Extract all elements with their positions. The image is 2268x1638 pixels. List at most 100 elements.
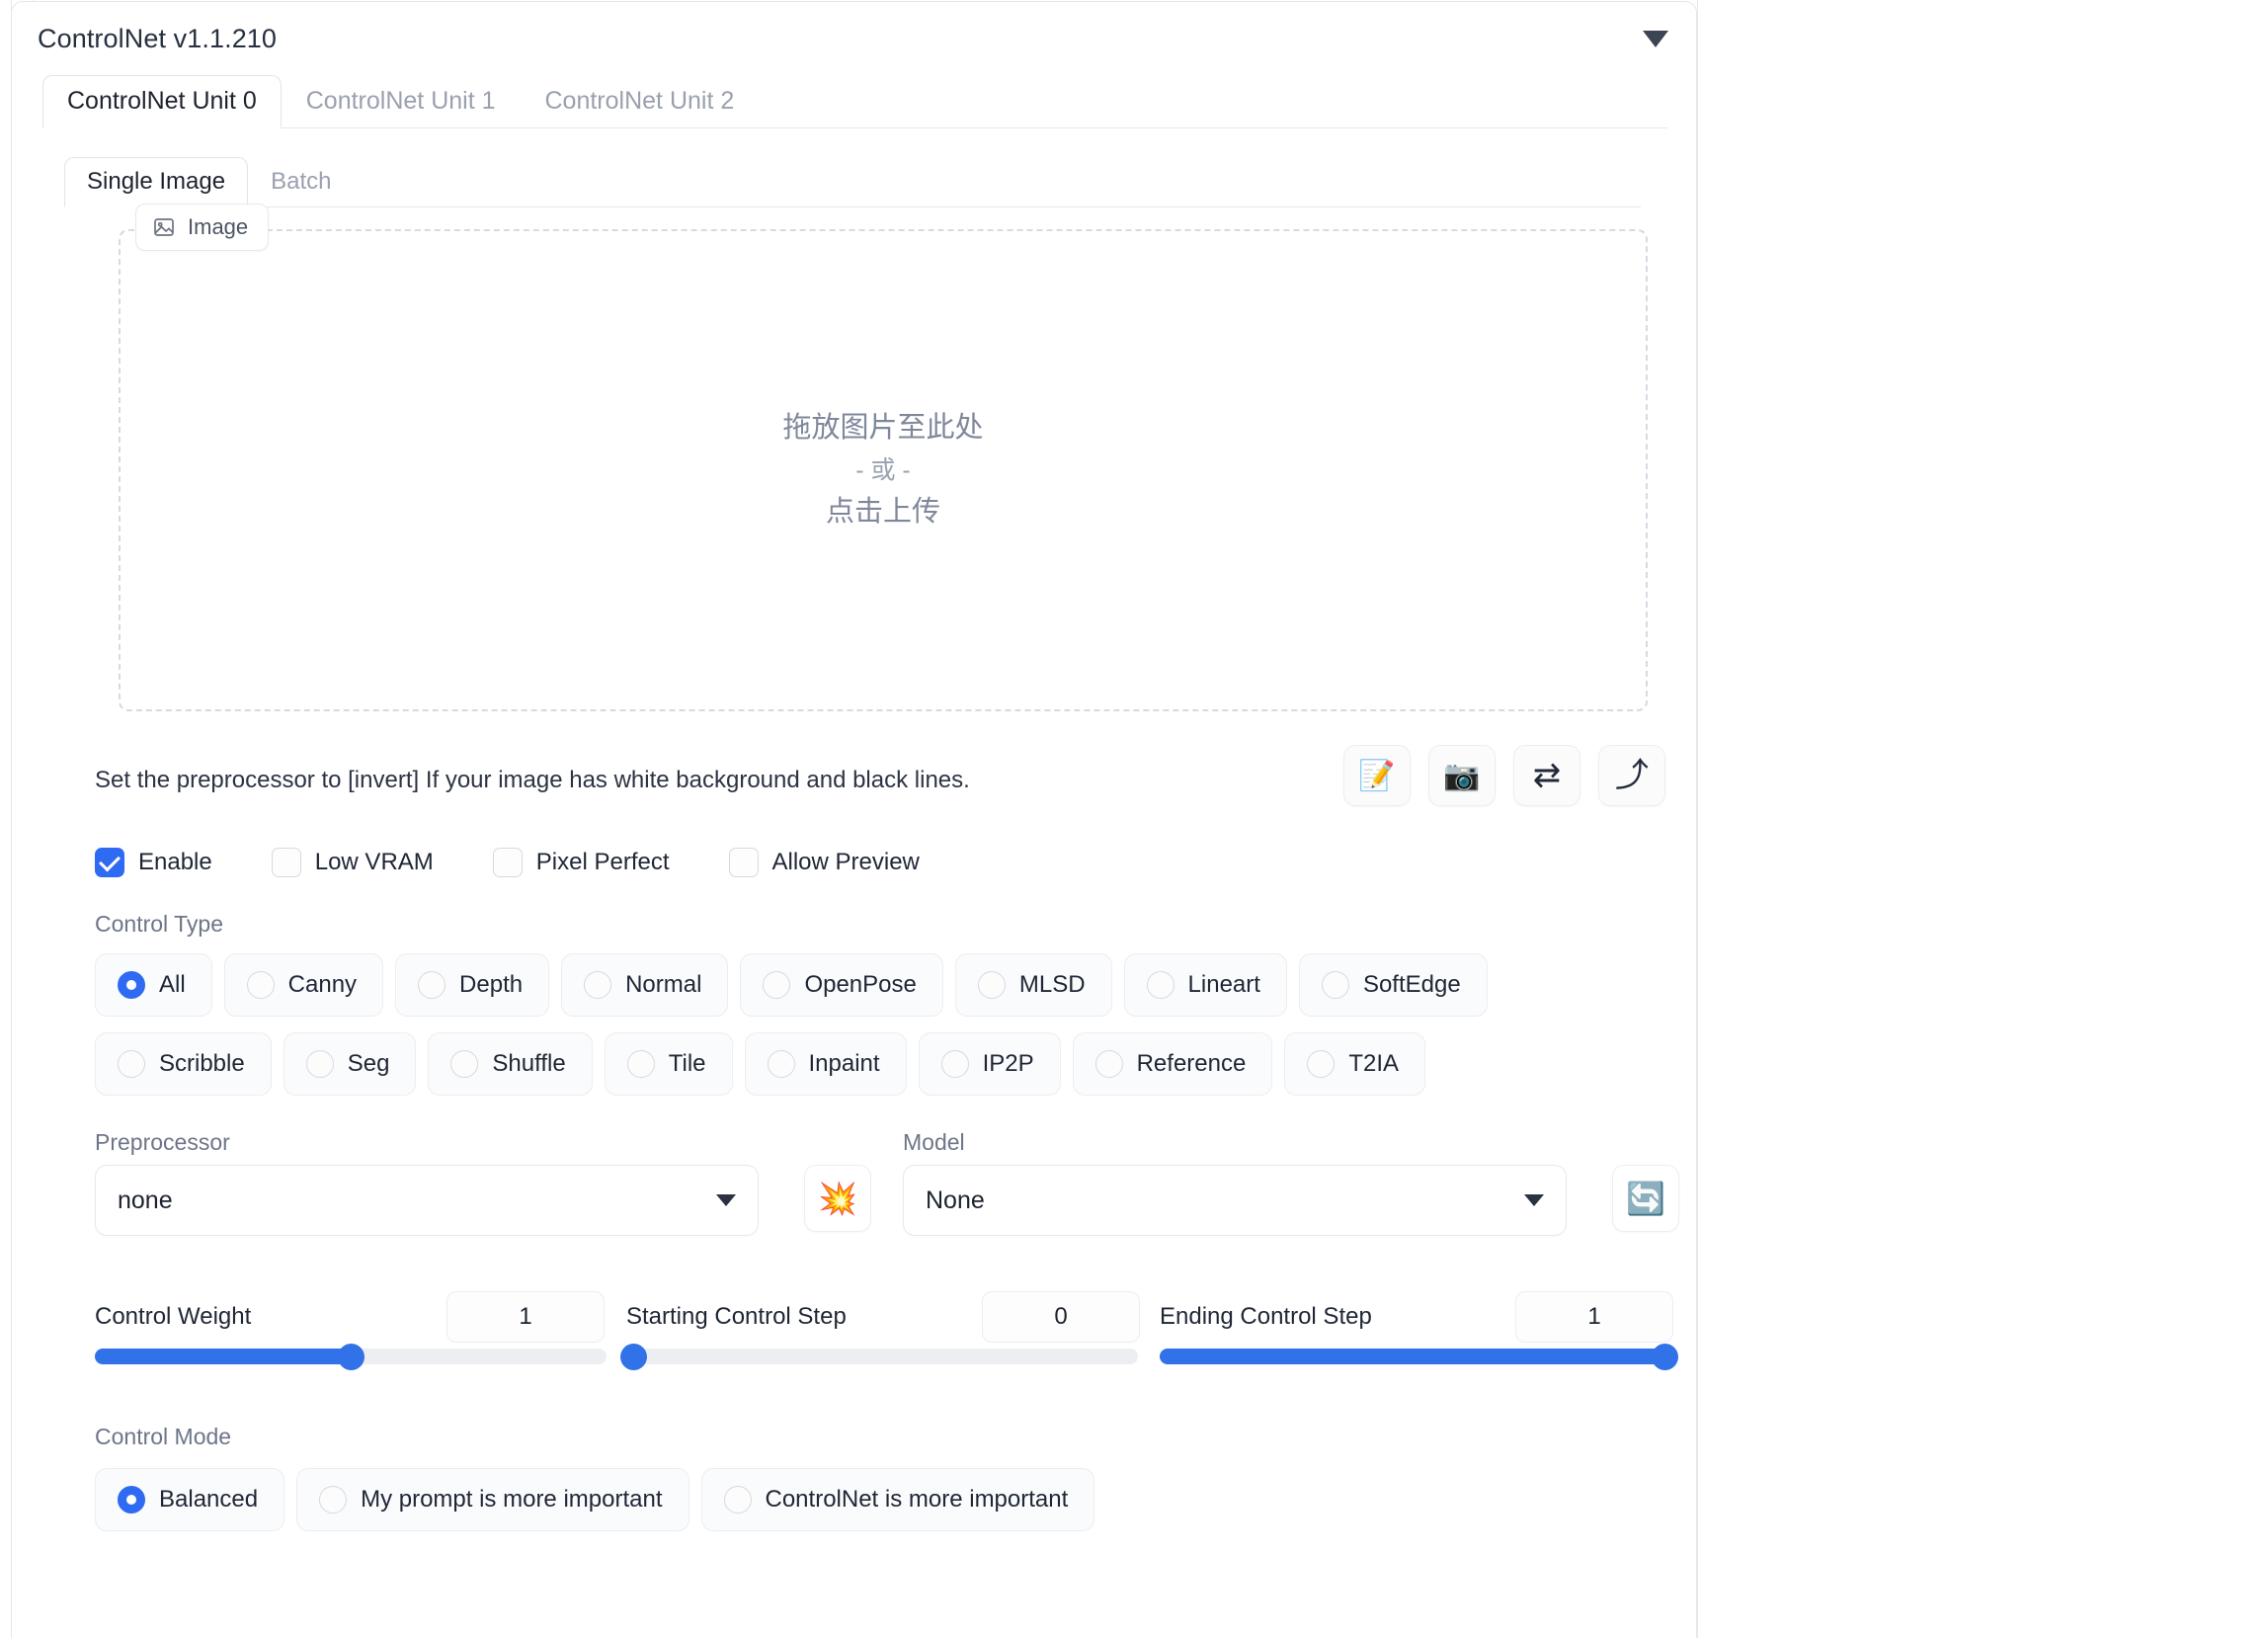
control-type-depth-radio[interactable] (418, 971, 446, 999)
control-type-all[interactable]: All (95, 953, 212, 1017)
controlnet-panel: ControlNet v1.1.210 ControlNet Unit 0 Co… (11, 1, 1697, 1638)
control-type-t2ia[interactable]: T2IA (1284, 1032, 1426, 1096)
control-weight-input[interactable]: 1 (446, 1291, 605, 1343)
control-type-openpose-radio[interactable] (763, 971, 791, 999)
control-type-t2ia-radio[interactable] (1307, 1050, 1336, 1078)
control-type-seg-label: Seg (347, 1050, 390, 1077)
ending-control-step-slider-thumb[interactable] (1652, 1344, 1678, 1370)
starting-control-step-slider-thumb[interactable] (620, 1344, 647, 1370)
send-dimensions-button[interactable]: ⤴ (1598, 745, 1665, 806)
control-type-inpaint-label: Inpaint (808, 1050, 880, 1077)
tab-controlnet-unit-0[interactable]: ControlNet Unit 0 (42, 75, 282, 128)
control-type-canny-radio[interactable] (246, 971, 275, 999)
refresh-icon: 🔄 (1626, 1181, 1665, 1216)
control-type-reference-radio[interactable] (1094, 1050, 1123, 1078)
control-type-seg-radio[interactable] (305, 1050, 334, 1078)
control-type-depth[interactable]: Depth (395, 953, 550, 1017)
control-type-all-radio[interactable] (118, 971, 145, 999)
dropzone-line-3[interactable]: 点击上传 (121, 491, 1646, 534)
control-type-ip2p[interactable]: IP2P (918, 1032, 1061, 1096)
control-type-softedge-radio[interactable] (1321, 971, 1349, 999)
control-type-canny[interactable]: Canny (223, 953, 384, 1017)
camera-icon: 📷 (1443, 759, 1481, 792)
control-type-t2ia-label: T2IA (1348, 1050, 1400, 1077)
run-preprocessor-button[interactable]: 💥 (804, 1165, 871, 1232)
control-weight-label: Control Weight (95, 1303, 252, 1330)
control-type-ip2p-radio[interactable] (940, 1050, 969, 1078)
checkbox-low-vram[interactable]: Low VRAM (271, 848, 434, 877)
unit-body: Single Image Batch Image 拖放图片至此处 - 或 - 点… (12, 156, 1696, 1531)
control-weight-slider-thumb[interactable] (338, 1344, 364, 1370)
control-type-softedge[interactable]: SoftEdge (1298, 953, 1488, 1017)
chevron-down-icon (1524, 1194, 1544, 1206)
control-type-normal-label: Normal (625, 971, 702, 998)
dropzone-line-1: 拖放图片至此处 (782, 411, 984, 444)
open-editor-button[interactable]: 📝 (1343, 745, 1411, 806)
control-mode-controlnet-label: ControlNet is more important (765, 1486, 1069, 1513)
control-type-shuffle-radio[interactable] (450, 1050, 479, 1078)
control-weight-slider[interactable] (95, 1344, 607, 1370)
preprocessor-model-section: Preprocessor none 💥 Model None 🔄 (95, 1129, 1679, 1277)
image-dropzone[interactable]: Image 拖放图片至此处 - 或 - 点击上传 (119, 204, 1648, 711)
control-type-scribble[interactable]: Scribble (95, 1032, 272, 1096)
image-icon (152, 215, 176, 239)
control-type-mlsd[interactable]: MLSD (954, 953, 1112, 1017)
tab-controlnet-unit-1[interactable]: ControlNet Unit 1 (282, 75, 521, 128)
mirror-webcam-button[interactable]: ⇄ (1513, 745, 1580, 806)
control-type-lineart-radio[interactable] (1146, 971, 1174, 999)
checkbox-pixel-perfect-box[interactable] (492, 848, 523, 877)
control-type-inpaint-radio[interactable] (767, 1050, 795, 1078)
control-mode-controlnet[interactable]: ControlNet is more important (700, 1468, 1095, 1531)
checkbox-allow-preview[interactable]: Allow Preview (728, 848, 920, 877)
ending-control-step-slider-fill (1160, 1349, 1671, 1364)
checkbox-enable[interactable]: Enable (95, 848, 212, 877)
webcam-button[interactable]: 📷 (1428, 745, 1496, 806)
control-type-openpose[interactable]: OpenPose (740, 953, 943, 1017)
checkbox-pixel-perfect[interactable]: Pixel Perfect (492, 848, 670, 877)
checkbox-allow-preview-box[interactable] (728, 848, 759, 877)
control-type-normal-radio[interactable] (584, 971, 612, 999)
starting-control-step-label: Starting Control Step (626, 1303, 847, 1330)
refresh-models-button[interactable]: 🔄 (1612, 1165, 1679, 1232)
control-mode-balanced[interactable]: Balanced (95, 1468, 285, 1531)
explosion-icon: 💥 (818, 1181, 857, 1216)
preprocessor-select[interactable]: none (95, 1165, 759, 1236)
control-type-seg[interactable]: Seg (283, 1032, 417, 1096)
control-type-scribble-radio[interactable] (118, 1050, 145, 1078)
control-mode-balanced-radio[interactable] (118, 1486, 145, 1514)
control-mode-controlnet-radio[interactable] (723, 1486, 752, 1514)
control-mode-my-prompt-radio[interactable] (319, 1486, 348, 1514)
checkbox-allow-preview-label: Allow Preview (771, 849, 920, 875)
model-select[interactable]: None (903, 1165, 1567, 1236)
image-badge: Image (135, 204, 270, 251)
swap-arrows-icon: ⇄ (1532, 757, 1562, 794)
control-type-ip2p-label: IP2P (982, 1050, 1034, 1077)
control-type-lineart[interactable]: Lineart (1123, 953, 1287, 1017)
control-mode-my-prompt[interactable]: My prompt is more important (296, 1468, 689, 1531)
checkbox-low-vram-box[interactable] (271, 848, 301, 877)
control-type-mlsd-radio[interactable] (977, 971, 1006, 999)
image-badge-label: Image (188, 214, 249, 239)
checkbox-low-vram-label: Low VRAM (314, 849, 434, 875)
options-checkbox-row: Enable Low VRAM Pixel Perfect Allow Prev… (95, 848, 1672, 877)
preprocessor-hint-text: Set the preprocessor to [invert] If your… (95, 767, 970, 793)
collapse-toggle-button[interactable] (1639, 22, 1672, 55)
control-type-tile[interactable]: Tile (604, 1032, 733, 1096)
starting-control-step-slider[interactable] (620, 1344, 1138, 1370)
control-type-shuffle-label: Shuffle (492, 1050, 566, 1077)
checkbox-enable-label: Enable (138, 849, 212, 875)
control-type-reference[interactable]: Reference (1072, 1032, 1273, 1096)
ending-control-step-input[interactable]: 1 (1515, 1291, 1673, 1343)
control-type-row-2: Scribble Seg Shuffle Tile Inpaint IP2P R… (95, 1032, 1672, 1096)
tab-batch[interactable]: Batch (248, 157, 354, 207)
tab-controlnet-unit-2[interactable]: ControlNet Unit 2 (521, 75, 760, 128)
control-type-normal[interactable]: Normal (561, 953, 729, 1017)
checkbox-enable-box[interactable] (95, 848, 124, 877)
control-type-shuffle[interactable]: Shuffle (428, 1032, 593, 1096)
tab-single-image[interactable]: Single Image (64, 157, 249, 207)
ending-control-step-slider[interactable] (1160, 1344, 1678, 1370)
starting-control-step-input[interactable]: 0 (982, 1291, 1140, 1343)
control-type-tile-radio[interactable] (626, 1050, 655, 1078)
checkbox-pixel-perfect-label: Pixel Perfect (535, 849, 670, 875)
control-type-inpaint[interactable]: Inpaint (744, 1032, 907, 1096)
